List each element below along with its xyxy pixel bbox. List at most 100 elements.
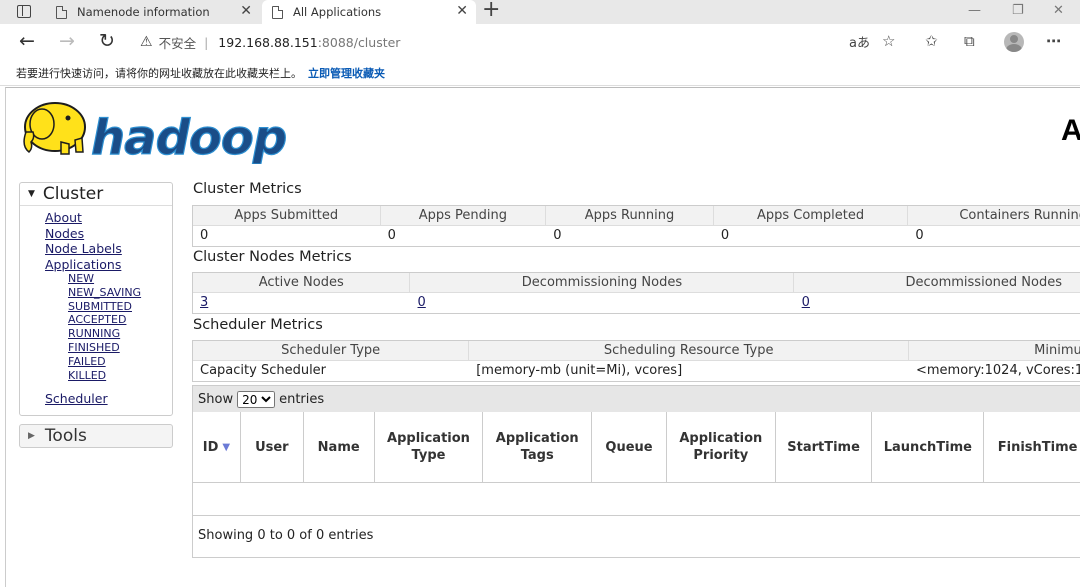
decommissioned-nodes-link[interactable]: 0 <box>802 295 810 310</box>
sidebar-link-node-labels[interactable]: Node Labels <box>45 241 172 257</box>
address-bar: ← → ↻ ⚠ 不安全 | 192.168.88.151 :8088/clust… <box>0 24 1080 60</box>
table-header: Apps Submitted Apps Pending Apps Running… <box>193 206 1080 226</box>
column-header-application-priority[interactable]: Application Priority <box>667 412 776 482</box>
show-label: Show <box>198 391 234 407</box>
sidebar-link-about[interactable]: About <box>45 210 172 226</box>
page-content: hadoop A ▼ Cluster About Nodes Node Labe… <box>5 87 1080 587</box>
column-header-starttime[interactable]: StartTime <box>776 412 873 482</box>
column-header[interactable]: Apps Running <box>546 206 714 225</box>
close-tab-icon[interactable]: ✕ <box>456 3 468 19</box>
column-header-application-type[interactable]: Application Type <box>375 412 484 482</box>
table-info: Showing 0 to 0 of 0 entries <box>198 528 374 543</box>
column-header[interactable]: Scheduling Resource Type <box>469 341 910 360</box>
state-link-running[interactable]: RUNNING <box>68 327 172 341</box>
table-header: Active Nodes Decommissioning Nodes Decom… <box>193 273 1080 293</box>
more-icon[interactable]: ⋯ <box>1046 32 1061 50</box>
tab-title: All Applications <box>293 5 382 19</box>
window-close-button[interactable]: ✕ <box>1053 3 1064 18</box>
column-header[interactable]: Scheduler Type <box>193 341 470 360</box>
url-field[interactable]: ⚠ 不安全 | 192.168.88.151 :8088/cluster <box>140 29 908 55</box>
cluster-metrics-title: Cluster Metrics <box>193 181 302 197</box>
column-header[interactable]: Active Nodes <box>193 273 411 292</box>
restore-button[interactable]: ❐ <box>1012 3 1024 18</box>
table-cell: 0 <box>411 293 795 313</box>
profile-icon[interactable] <box>1004 32 1024 52</box>
page-icon <box>272 5 283 19</box>
table-cell: 0 <box>387 228 396 243</box>
favorites-icon[interactable]: ✩ <box>925 32 938 50</box>
sidebar: ▼ Cluster About Nodes Node Labels Applic… <box>19 182 173 448</box>
manage-favorites-link[interactable]: 立即管理收藏夹 <box>308 65 385 81</box>
url-separator: | <box>204 34 209 50</box>
tab-actions-icon[interactable] <box>17 5 31 18</box>
add-favorite-icon[interactable]: ☆ <box>882 32 895 50</box>
table-cell: 0 <box>553 228 562 243</box>
tab-namenode[interactable]: Namenode information ✕ <box>46 0 260 24</box>
security-label: 不安全 <box>158 35 197 51</box>
scheduler-metrics-title: Scheduler Metrics <box>193 317 323 333</box>
column-header[interactable]: Containers Running <box>908 206 1080 225</box>
table-cell: 0 <box>200 228 209 243</box>
sidebar-link-nodes[interactable]: Nodes <box>45 226 172 242</box>
column-header[interactable]: Minimu <box>909 341 1080 360</box>
decommissioning-nodes-link[interactable]: 0 <box>418 295 426 310</box>
scheduler-metrics-table: Scheduler Type Scheduling Resource Type … <box>192 340 1080 382</box>
column-header[interactable]: Apps Completed <box>714 206 909 225</box>
active-nodes-link[interactable]: 3 <box>200 295 208 310</box>
column-header-queue[interactable]: Queue <box>592 412 667 482</box>
minimize-button[interactable]: — <box>968 3 981 18</box>
table-header: Scheduler Type Scheduling Resource Type … <box>193 341 1080 361</box>
column-header-application-tags[interactable]: Application Tags <box>483 412 593 482</box>
entries-label: entries <box>279 391 325 407</box>
column-header-launchtime[interactable]: LaunchTime <box>872 412 985 482</box>
sidebar-link-applications[interactable]: Applications <box>45 257 172 273</box>
empty-table-body <box>193 483 1080 516</box>
table-cell: <memory:1024, vCores:1> <box>916 363 1080 378</box>
table-cell: 0 <box>720 228 730 243</box>
column-header[interactable]: Apps Pending <box>381 206 547 225</box>
tools-panel[interactable]: ▶ Tools <box>19 423 173 448</box>
state-link-killed[interactable]: KILLED <box>68 369 172 383</box>
table-length-control: Show 20 entries <box>193 386 1080 412</box>
expand-arrow-icon: ▶ <box>28 430 35 441</box>
tools-heading-label: Tools <box>44 425 87 446</box>
back-button[interactable]: ← <box>19 30 35 52</box>
nodes-metrics-title: Cluster Nodes Metrics <box>193 249 352 265</box>
state-link-finished[interactable]: FINISHED <box>68 341 172 355</box>
favorites-bar: 若要进行快速访问，请将你的网址收藏放在此收藏夹栏上。 立即管理收藏夹 <box>0 60 1080 86</box>
url-path: :8088/cluster <box>317 34 401 50</box>
tab-all-applications[interactable]: All Applications ✕ <box>262 0 476 24</box>
column-header[interactable]: Decommissioning Nodes <box>410 273 795 292</box>
table-row: Capacity Scheduler [memory-mb (unit=Mi),… <box>193 361 1080 381</box>
column-header[interactable]: Decommissioned Nodes <box>794 273 1080 292</box>
table-header: ID ▼ User Name Application Type Applicati… <box>193 412 1080 483</box>
column-header[interactable]: Apps Submitted <box>193 206 381 225</box>
state-link-submitted[interactable]: SUBMITTED <box>68 300 172 314</box>
table-cell: Capacity Scheduler <box>200 363 327 378</box>
collections-icon[interactable]: ⧉ <box>964 32 975 50</box>
read-aloud-icon[interactable]: aあ <box>849 32 870 51</box>
page-title: A <box>1061 114 1080 148</box>
hadoop-logo[interactable]: hadoop <box>21 96 291 164</box>
table-cell: [memory-mb (unit=Mi), vcores] <box>476 363 683 378</box>
state-link-new-saving[interactable]: NEW_SAVING <box>68 286 172 300</box>
column-header-name[interactable]: Name <box>304 412 375 482</box>
state-link-accepted[interactable]: ACCEPTED <box>68 313 172 327</box>
table-cell: 0 <box>915 228 924 243</box>
sidebar-link-scheduler[interactable]: Scheduler <box>45 391 172 407</box>
column-header-id[interactable]: ID ▼ <box>193 412 241 482</box>
page-size-select[interactable]: 20 <box>237 390 276 408</box>
url-host: 192.168.88.151 <box>218 34 318 50</box>
cluster-heading-label: Cluster <box>42 184 104 204</box>
cluster-heading[interactable]: ▼ Cluster <box>20 183 172 206</box>
close-tab-icon[interactable]: ✕ <box>240 3 252 19</box>
elephant-icon <box>23 102 86 155</box>
cluster-panel: ▼ Cluster About Nodes Node Labels Applic… <box>19 182 173 416</box>
state-link-new[interactable]: NEW <box>68 272 172 286</box>
forward-button[interactable]: → <box>59 30 75 52</box>
column-header-user[interactable]: User <box>241 412 304 482</box>
column-header-finishtime[interactable]: FinishTime <box>984 412 1080 482</box>
state-link-failed[interactable]: FAILED <box>68 355 172 369</box>
refresh-button[interactable]: ↻ <box>99 30 115 52</box>
new-tab-button[interactable]: + <box>482 0 500 22</box>
